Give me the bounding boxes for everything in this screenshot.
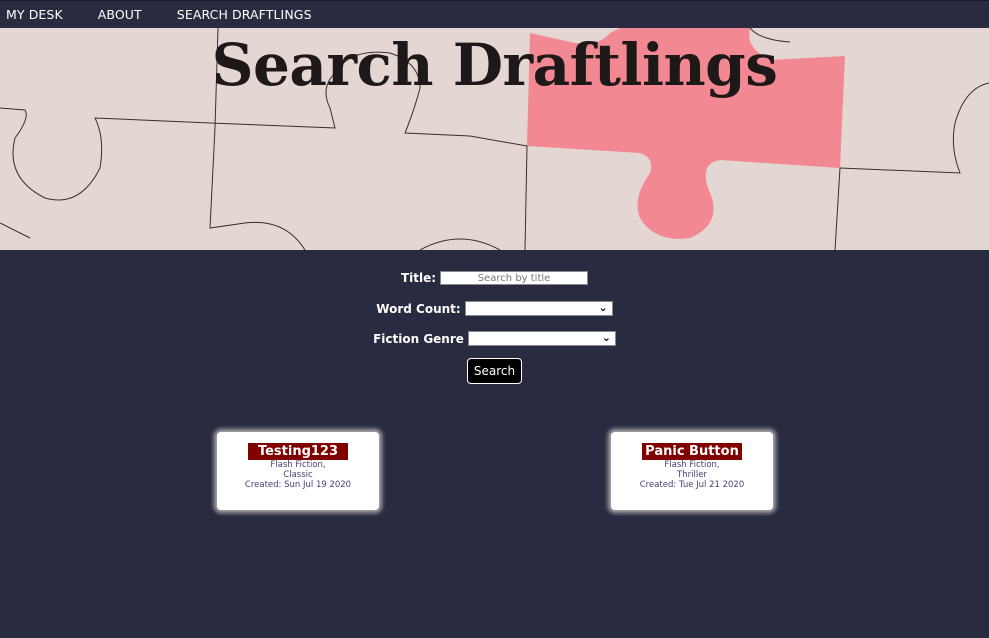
draftling-created: Created: Tue Jul 21 2020: [639, 480, 745, 490]
draftling-title[interactable]: Panic Button: [642, 443, 742, 460]
draftling-title[interactable]: Testing123: [247, 443, 349, 460]
draftling-genre: Classic: [283, 470, 313, 480]
title-label: Title:: [400, 271, 437, 285]
genre-label: Fiction Genre: [373, 331, 464, 346]
results-list: Testing123 Flash Fiction, Classic Create…: [0, 384, 989, 510]
draftling-created: Created: Sun Jul 19 2020: [244, 480, 352, 490]
word-count-row: Word Count: ⌄: [0, 301, 989, 316]
search-button[interactable]: Search: [466, 358, 523, 384]
nav-about[interactable]: ABOUT: [98, 7, 142, 22]
title-search-input[interactable]: [440, 271, 589, 285]
draftling-card[interactable]: Panic Button Flash Fiction, Thriller Cre…: [611, 432, 773, 510]
nav-my-desk[interactable]: MY DESK: [6, 7, 63, 22]
fiction-genre-select[interactable]: ⌄: [467, 331, 616, 346]
draftling-form: Flash Fiction,: [664, 460, 720, 470]
draftling-card[interactable]: Testing123 Flash Fiction, Classic Create…: [217, 432, 379, 510]
page-title: Search Draftlings: [211, 31, 778, 99]
hero-banner: Search Draftlings: [0, 28, 989, 250]
title-row: Title:: [0, 271, 989, 285]
top-nav: MY DESK ABOUT SEARCH DRAFTLINGS: [0, 0, 989, 28]
nav-search-draftlings[interactable]: SEARCH DRAFTLINGS: [177, 7, 312, 22]
word-count-select[interactable]: ⌄: [464, 301, 613, 316]
word-count-label: Word Count:: [376, 301, 461, 316]
draftling-form: Flash Fiction,: [270, 460, 326, 470]
genre-row: Fiction Genre ⌄: [0, 331, 989, 346]
search-form: Title: Word Count: ⌄ Fiction Genre ⌄ Sea…: [0, 271, 989, 384]
draftling-genre: Thriller: [677, 470, 707, 480]
chevron-down-icon: ⌄: [601, 331, 611, 344]
chevron-down-icon: ⌄: [598, 301, 608, 314]
